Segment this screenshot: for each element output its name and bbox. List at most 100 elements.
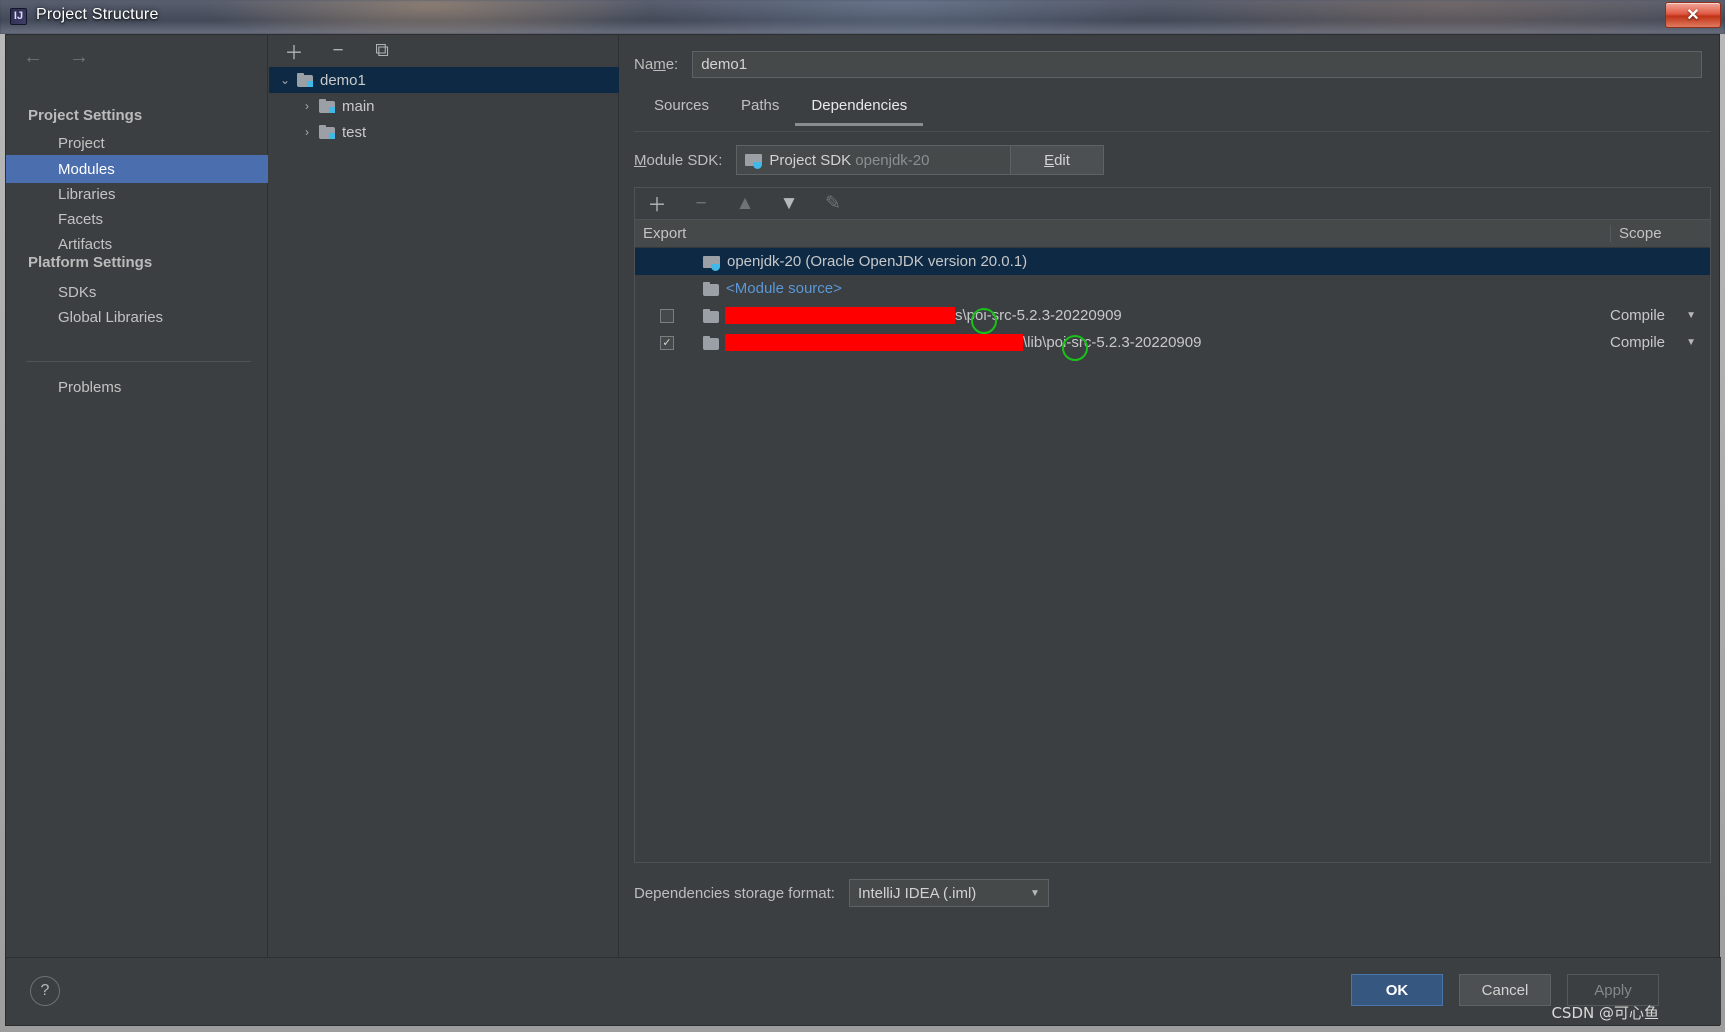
module-sdk-value: Project SDK openjdk-20: [769, 151, 930, 169]
add-dependency-icon[interactable]: ＋: [647, 190, 667, 217]
help-icon[interactable]: ?: [30, 976, 60, 1006]
tabs-divider: [634, 131, 1711, 132]
forward-arrow-icon[interactable]: →: [66, 44, 92, 70]
dependencies-toolbar: ＋ − ▲ ▼ ✎: [635, 188, 1710, 220]
name-row: Name:: [634, 51, 1703, 78]
jdk-icon: [703, 255, 720, 271]
scope-cell[interactable]: Compile ▼: [1610, 334, 1710, 351]
dependency-label: \lib\poi-src-5.2.3-20220909: [1023, 334, 1202, 351]
move-down-icon[interactable]: ▼: [779, 193, 799, 215]
tab-paths[interactable]: Paths: [725, 93, 795, 126]
tree-item-test[interactable]: › test: [269, 119, 619, 145]
tree-item-label: demo1: [320, 71, 366, 89]
storage-format-row: Dependencies storage format: IntelliJ ID…: [634, 879, 1049, 907]
dependency-name-cell: s\poi-src-5.2.3-20220909: [699, 307, 1610, 334]
nav-history-controls: ← →: [20, 44, 92, 70]
plus-icon[interactable]: ＋: [283, 40, 305, 64]
window-title: Project Structure: [36, 6, 159, 23]
close-icon[interactable]: ✕: [1665, 2, 1721, 28]
export-cell: [635, 308, 699, 323]
scope-value: Compile: [1610, 334, 1666, 351]
storage-format-select[interactable]: IntelliJ IDEA (.iml) ▼: [848, 879, 1049, 907]
module-name-input[interactable]: [692, 51, 1703, 78]
chevron-down-icon[interactable]: ▼: [1030, 888, 1040, 899]
ok-button[interactable]: OK: [1351, 974, 1443, 1006]
export-cell: ✓: [635, 335, 699, 350]
table-row[interactable]: ✓ \lib\poi-src-5.2.3-20220909 Compile ▼: [635, 329, 1710, 361]
chevron-right-icon[interactable]: ›: [299, 99, 315, 113]
scope-value: Compile: [1610, 307, 1666, 324]
storage-format-label: Dependencies storage format:: [634, 884, 835, 902]
tab-sources[interactable]: Sources: [638, 93, 725, 126]
dialog-footer: ? OK Cancel Apply CSDN @可心鱼: [6, 957, 1721, 1025]
minus-icon[interactable]: −: [327, 40, 349, 62]
sidebar-item-sdks[interactable]: SDKs: [6, 278, 268, 306]
redaction-bar: [725, 334, 1023, 351]
dependency-name-cell: \lib\poi-src-5.2.3-20220909: [699, 334, 1610, 361]
dependency-name-cell: <Module source>: [699, 280, 1610, 297]
module-tree-panel: ＋ − ⧉ ⌄ demo1 › main › test: [269, 35, 619, 959]
sidebar-item-modules[interactable]: Modules: [6, 155, 268, 183]
titlebar-background: [0, 0, 1725, 34]
module-sdk-label: Module SDK:: [634, 151, 723, 169]
sidebar-item-facets[interactable]: Facets: [6, 205, 268, 233]
window-titlebar: IJ Project Structure ✕: [0, 0, 1725, 34]
sidebar-divider: [26, 361, 251, 362]
sidebar-item-artifacts[interactable]: Artifacts: [6, 230, 268, 258]
storage-format-value: IntelliJ IDEA (.iml): [857, 884, 977, 902]
module-tabs: Sources Paths Dependencies: [638, 93, 924, 126]
chevron-right-icon[interactable]: ›: [299, 125, 315, 139]
project-structure-window: IJ Project Structure ✕ ← → Project Setti…: [0, 0, 1725, 1032]
folder-icon: [703, 335, 719, 350]
dependencies-panel: ＋ − ▲ ▼ ✎ Export Scope openjdk-20 (Oracl…: [634, 187, 1711, 863]
module-folder-icon: [297, 73, 313, 87]
sidebar-item-problems[interactable]: Problems: [6, 373, 268, 401]
dependencies-table-rows: openjdk-20 (Oracle OpenJDK version 20.0.…: [635, 248, 1710, 862]
tab-dependencies[interactable]: Dependencies: [795, 93, 924, 126]
sidebar-item-project[interactable]: Project: [6, 129, 268, 157]
export-checkbox[interactable]: ✓: [660, 335, 674, 350]
folder-icon: [703, 308, 719, 323]
dependency-label: s\poi-src-5.2.3-20220909: [955, 307, 1122, 324]
column-header-scope[interactable]: Scope: [1610, 225, 1710, 242]
dependency-name-cell: openjdk-20 (Oracle OpenJDK version 20.0.…: [699, 253, 1610, 271]
name-label: Name:: [634, 56, 679, 73]
scope-cell[interactable]: Compile ▼: [1610, 307, 1710, 324]
dependency-label: <Module source>: [726, 280, 842, 297]
copy-icon[interactable]: ⧉: [371, 40, 393, 62]
sidebar-group-project-settings: Project Settings: [28, 107, 143, 124]
chevron-down-icon[interactable]: ⌄: [277, 73, 293, 87]
move-up-icon[interactable]: ▲: [735, 193, 755, 215]
cancel-button[interactable]: Cancel: [1459, 974, 1551, 1006]
tree-item-label: test: [342, 123, 367, 141]
tree-item-main[interactable]: › main: [269, 93, 619, 119]
table-row[interactable]: s\poi-src-5.2.3-20220909 Compile ▼: [635, 302, 1710, 334]
sidebar-item-libraries[interactable]: Libraries: [6, 180, 268, 208]
sidebar-item-global-libraries[interactable]: Global Libraries: [6, 303, 268, 331]
module-tree-toolbar: ＋ − ⧉: [269, 35, 619, 67]
dependencies-table-header: Export Scope: [635, 220, 1710, 248]
export-checkbox[interactable]: [660, 308, 674, 323]
chevron-down-icon[interactable]: ▼: [1686, 337, 1696, 348]
dependency-label: openjdk-20 (Oracle OpenJDK version 20.0.…: [727, 253, 1028, 270]
edit-pencil-icon[interactable]: ✎: [823, 192, 843, 215]
intellij-idea-icon: IJ: [10, 8, 27, 25]
back-arrow-icon[interactable]: ←: [20, 44, 46, 70]
module-folder-icon: [319, 125, 335, 139]
settings-sidebar: ← → Project Settings Platform Settings P…: [6, 35, 268, 959]
column-header-export[interactable]: Export: [635, 225, 699, 242]
remove-dependency-icon[interactable]: −: [691, 193, 711, 215]
chevron-down-icon[interactable]: ▼: [1686, 310, 1696, 321]
table-row[interactable]: <Module source>: [635, 275, 1710, 302]
module-detail-pane: Name: Sources Paths Dependencies Module …: [620, 35, 1719, 959]
jdk-icon: [745, 153, 763, 169]
tree-item-demo1[interactable]: ⌄ demo1: [269, 67, 619, 93]
edit-sdk-button[interactable]: Edit: [1010, 145, 1104, 175]
module-source-icon: [703, 281, 719, 296]
table-row[interactable]: openjdk-20 (Oracle OpenJDK version 20.0.…: [635, 248, 1710, 275]
redaction-bar: [725, 307, 955, 324]
dialog-body: ← → Project Settings Platform Settings P…: [5, 34, 1721, 1026]
tree-item-label: main: [342, 97, 375, 115]
watermark-text: CSDN @可心鱼: [1551, 1004, 1659, 1022]
module-folder-icon: [319, 99, 335, 113]
